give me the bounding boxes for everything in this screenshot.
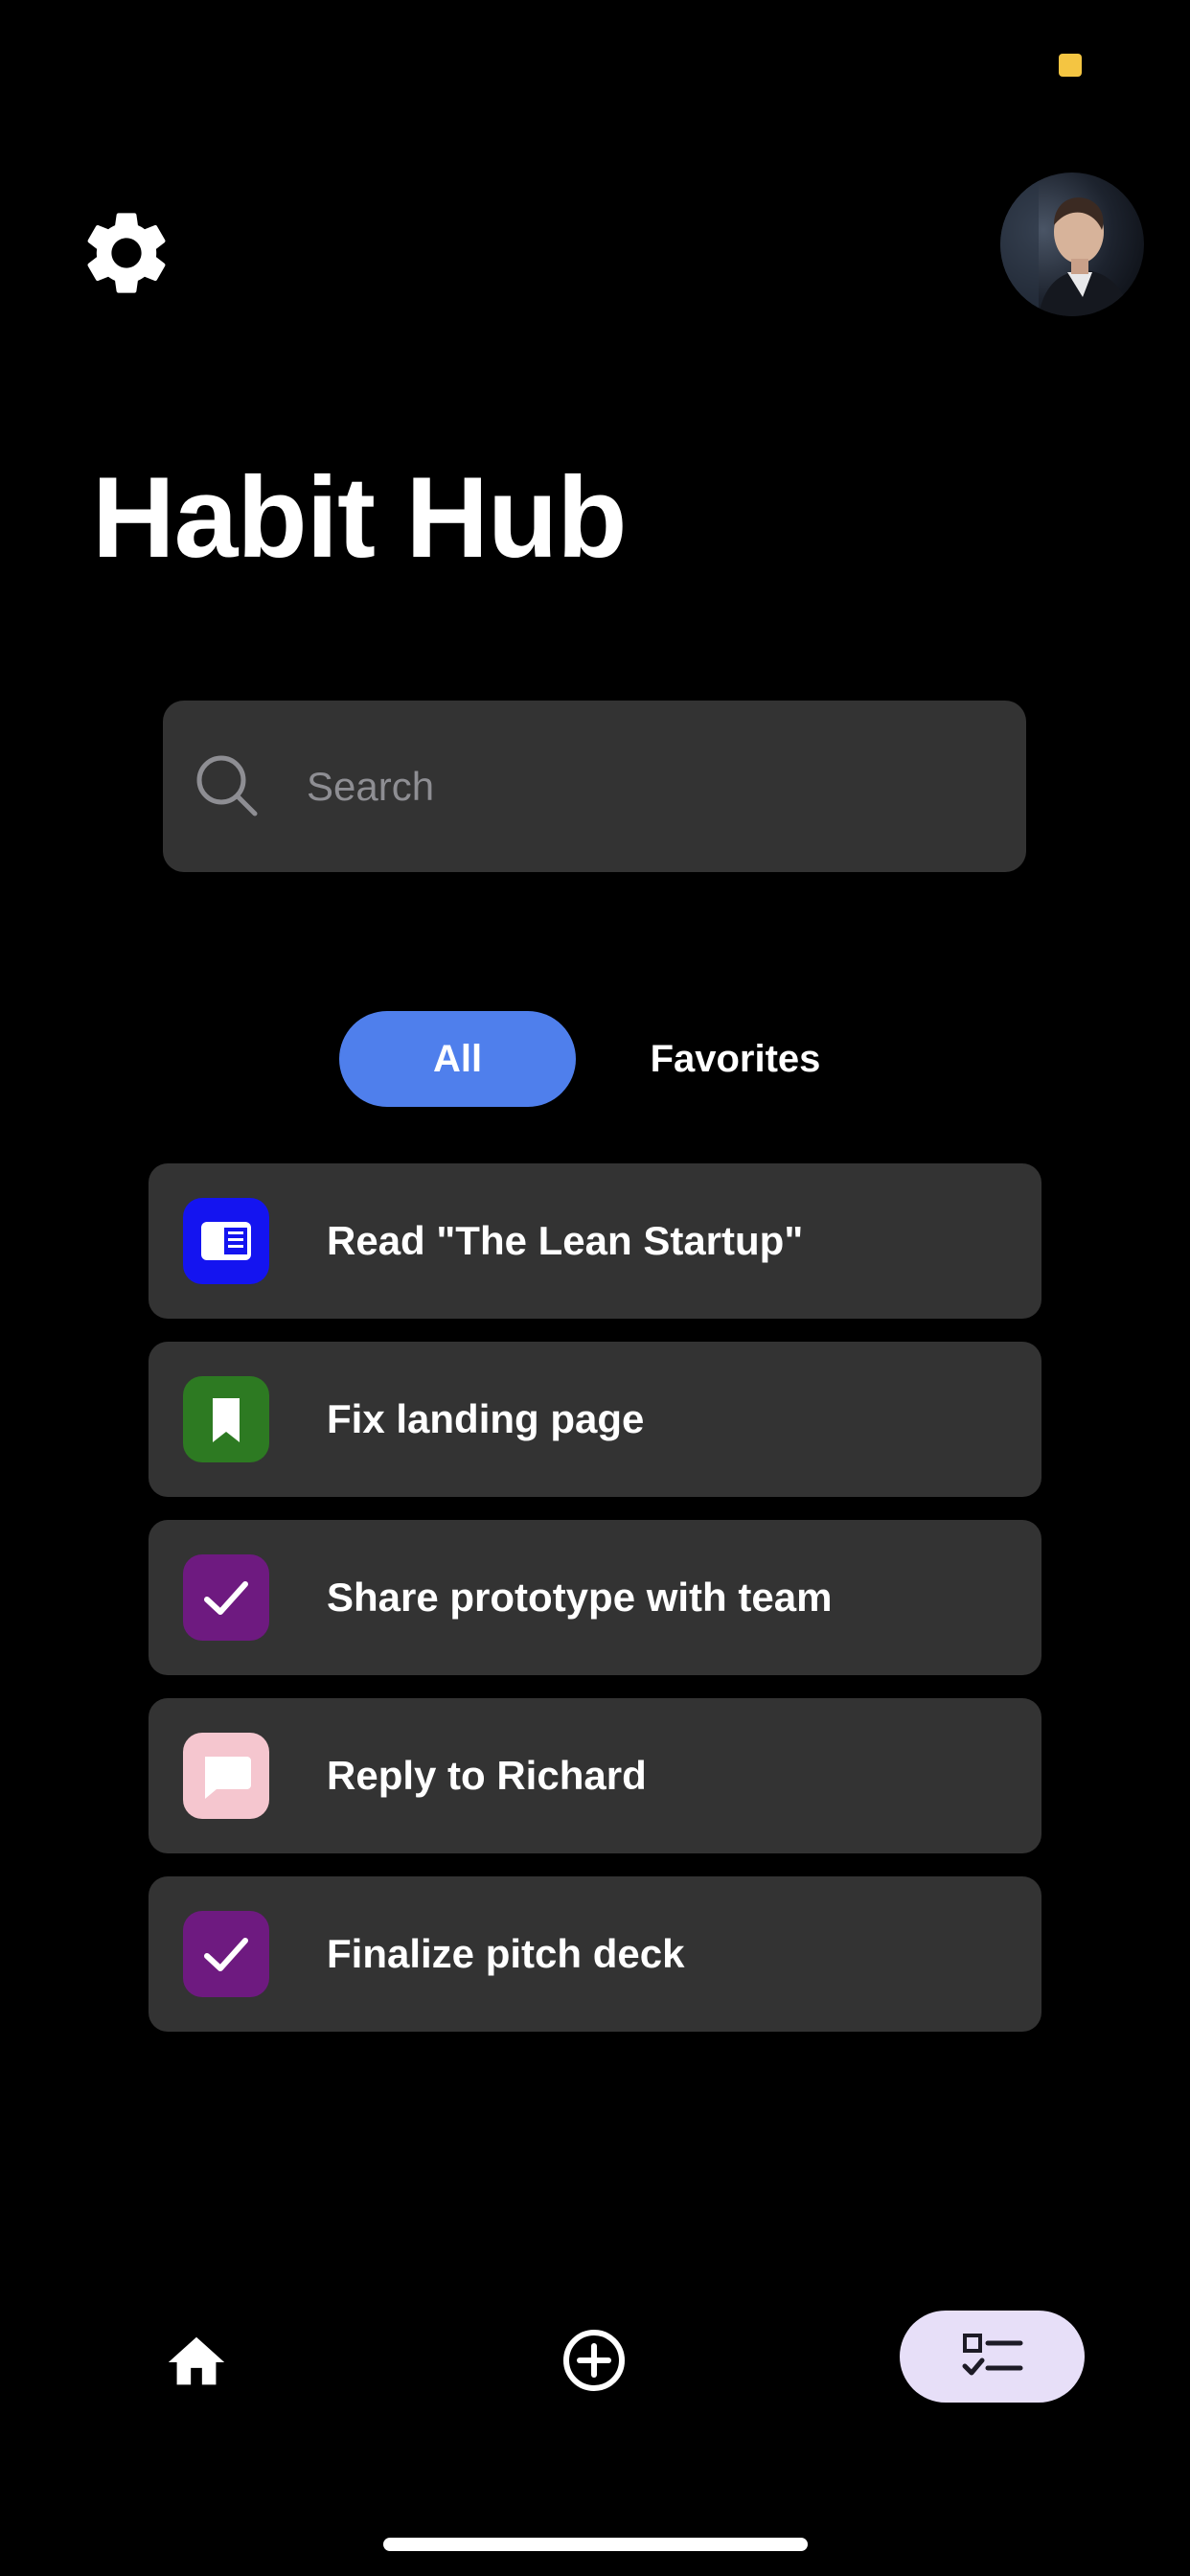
check-icon [204,1938,248,1971]
habit-icon-badge [183,1733,269,1819]
habit-label: Fix landing page [327,1396,645,1441]
habit-label: Finalize pitch deck [327,1931,685,1976]
check-icon [204,1581,248,1615]
tab-all[interactable]: All [339,1011,576,1107]
habit-item-fix-landing-page[interactable]: Fix landing page [149,1342,1041,1497]
habit-item-finalize-pitch-deck[interactable]: Finalize pitch deck [149,1876,1041,2032]
habit-label: Read "The Lean Startup" [327,1218,804,1263]
nav-add-button[interactable] [551,2317,637,2404]
home-indicator[interactable] [383,2538,808,2551]
tab-favorites[interactable]: Favorites [613,1011,858,1107]
habit-icon-badge [183,1554,269,1641]
home-icon [168,2336,225,2385]
habit-item-read-lean-startup[interactable]: Read "The Lean Startup" [149,1163,1041,1319]
gear-icon [87,213,166,293]
habit-item-share-prototype[interactable]: Share prototype with team [149,1520,1041,1675]
habit-item-reply-to-richard[interactable]: Reply to Richard [149,1698,1041,1853]
checklist-icon [962,2334,1022,2376]
habit-list: Read "The Lean Startup" Fix landing page… [149,1163,1041,2055]
search-bar[interactable] [163,701,1026,872]
tab-favorites-label: Favorites [650,1037,821,1080]
search-icon [196,755,258,816]
settings-button[interactable] [77,203,176,303]
search-input[interactable] [307,701,996,872]
page-title: Habit Hub [92,453,628,582]
status-indicator-dot [1059,54,1082,77]
nav-home-button[interactable] [153,2319,240,2405]
avatar[interactable] [1000,172,1144,316]
profile-photo [1000,172,1144,316]
habit-icon-badge [183,1376,269,1462]
tab-all-label: All [432,1037,483,1080]
bookmark-icon [213,1398,240,1442]
add-circle-icon [563,2330,625,2391]
habit-icon-badge [183,1198,269,1284]
book-icon [201,1222,251,1260]
habit-label: Reply to Richard [327,1753,647,1798]
habit-icon-badge [183,1911,269,1997]
nav-tasks-button[interactable] [900,2311,1085,2403]
chat-bubble-icon [205,1757,251,1799]
habit-label: Share prototype with team [327,1575,833,1620]
